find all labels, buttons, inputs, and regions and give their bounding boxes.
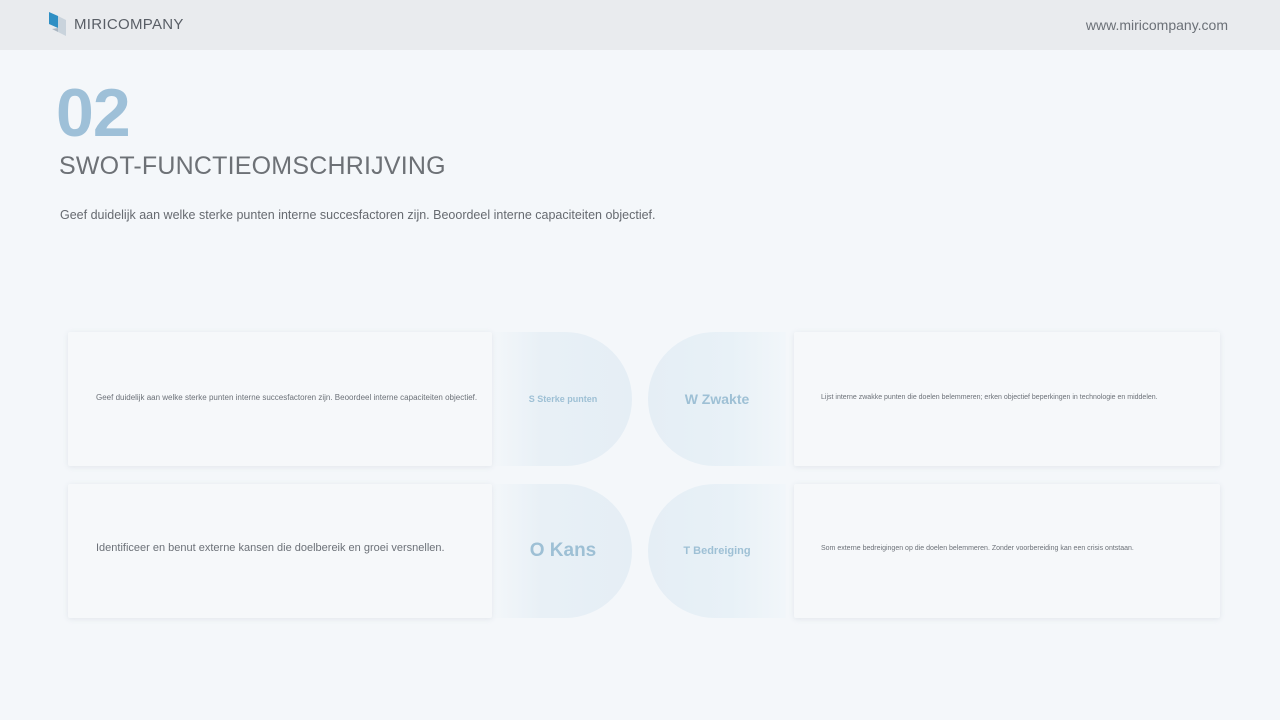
opportunities-label: O Kans (529, 540, 597, 561)
opportunities-card: Identificeer en benut externe kansen die… (68, 484, 492, 618)
page-subtitle: Geef duidelijk aan welke sterke punten i… (60, 208, 656, 222)
opportunities-label-shape: O Kans (494, 484, 632, 618)
strengths-text: Geef duidelijk aan welke sterke punten i… (96, 393, 478, 402)
strengths-label: S Sterke punten (528, 394, 598, 404)
threats-card: Som externe bedreigingen op die doelen b… (794, 484, 1220, 618)
header-bar: MIRICOMPANY www.miricompany.com (0, 0, 1280, 50)
brand-name: MIRICOMPANY (74, 16, 184, 33)
page-title: SWOT-FUNCTIEOMSCHRIJVING (59, 152, 446, 180)
website-url[interactable]: www.miricompany.com (1086, 17, 1228, 33)
weaknesses-label: W Zwakte (684, 391, 750, 407)
opportunities-text: Identificeer en benut externe kansen die… (96, 542, 445, 554)
weaknesses-label-shape: W Zwakte (648, 332, 786, 466)
weaknesses-text: Lijst interne zwakke punten die doelen b… (821, 394, 1158, 401)
threats-label: T Bedreiging (683, 545, 751, 557)
cube-logo-icon (49, 12, 66, 36)
strengths-label-shape: S Sterke punten (494, 332, 632, 466)
threats-text: Som externe bedreigingen op die doelen b… (821, 545, 1134, 552)
threats-label-shape: T Bedreiging (648, 484, 786, 618)
strengths-card: Geef duidelijk aan welke sterke punten i… (68, 332, 492, 466)
weaknesses-card: Lijst interne zwakke punten die doelen b… (794, 332, 1220, 466)
section-number: 02 (56, 75, 131, 151)
